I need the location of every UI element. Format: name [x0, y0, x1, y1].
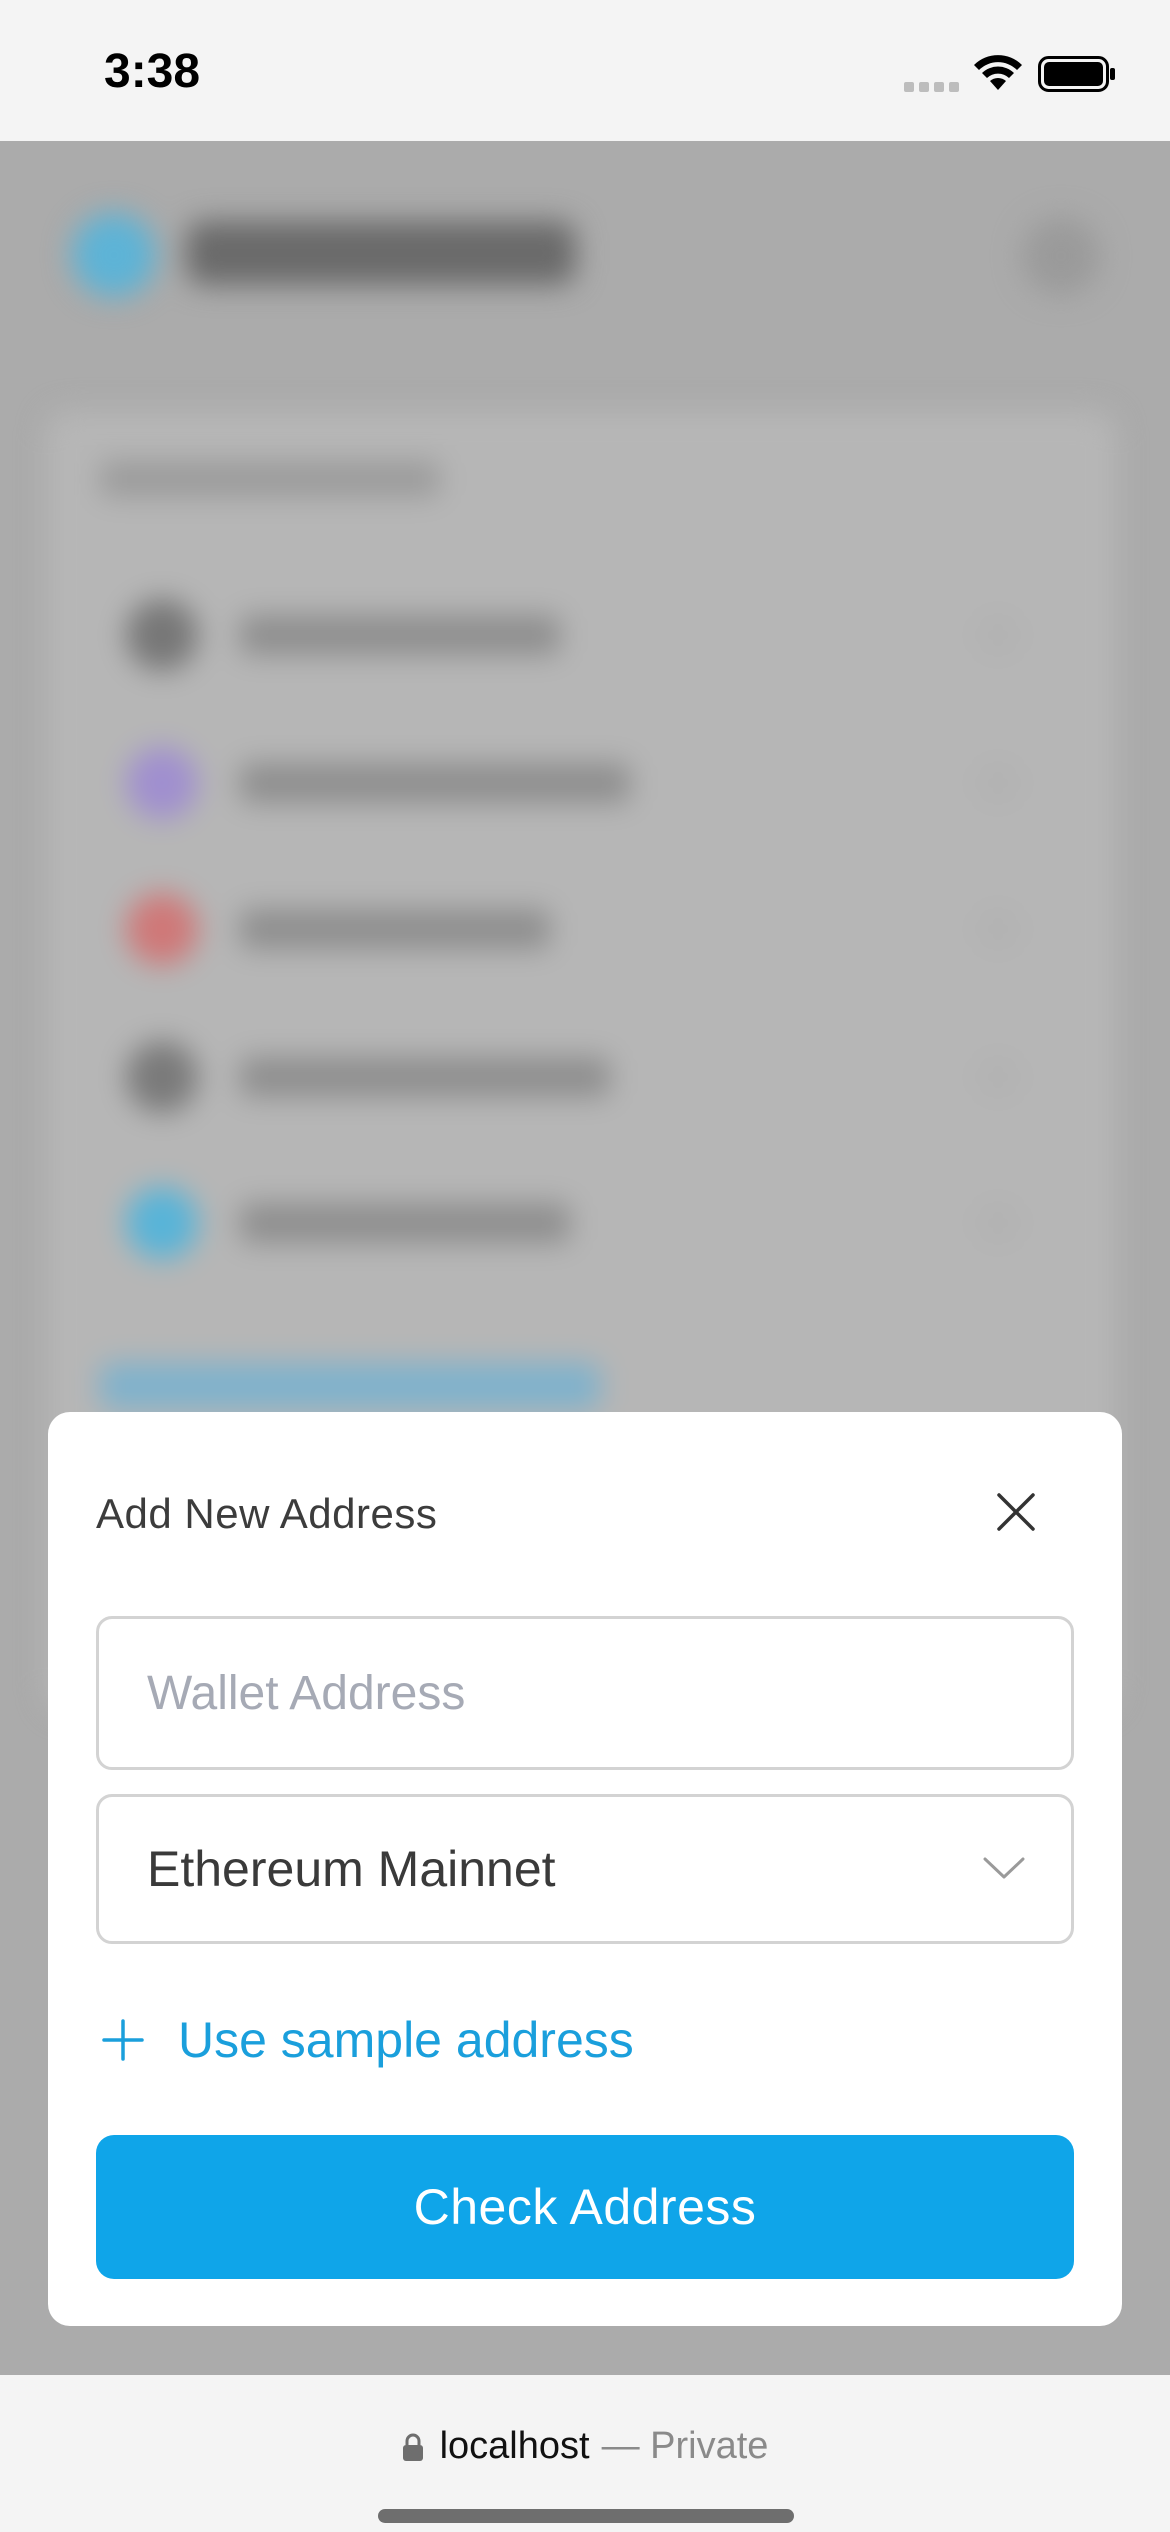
wallet-address-input[interactable] — [96, 1616, 1074, 1770]
app-logo-text — [186, 221, 576, 285]
browser-address-bar[interactable]: localhost — Private — [0, 2375, 1170, 2532]
close-icon — [997, 1493, 1035, 1531]
list-item-label — [240, 1203, 570, 1243]
lock-icon — [402, 2433, 423, 2461]
status-bar: 3:38 — [0, 0, 1170, 141]
token-icon — [126, 747, 198, 819]
status-time: 3:38 — [104, 45, 201, 98]
url-host: localhost — [439, 2425, 590, 2467]
add-address-link — [100, 1363, 600, 1409]
menu-icon — [1022, 217, 1100, 295]
modal-title: Add New Address — [96, 1490, 438, 1537]
home-indicator[interactable] — [378, 2509, 794, 2523]
use-sample-address-label: Use sample address — [178, 2012, 634, 2068]
list-item-label — [240, 1057, 610, 1097]
token-icon — [126, 1041, 198, 1113]
checkbox-icon — [976, 907, 1020, 951]
list-item — [100, 577, 1060, 687]
url-display[interactable]: localhost — Private — [0, 2425, 1170, 2468]
checkbox-icon — [976, 1201, 1020, 1245]
check-address-button[interactable]: Check Address — [96, 2135, 1074, 2279]
wifi-icon — [974, 55, 1022, 90]
private-mode-label: — Private — [601, 2425, 769, 2467]
network-select[interactable]: Ethereum Mainnet — [96, 1794, 1074, 1944]
close-button[interactable] — [986, 1482, 1046, 1542]
list-item — [100, 871, 1060, 981]
token-icon — [126, 1187, 198, 1259]
address-list-heading — [100, 461, 440, 497]
cellular-signal-icon — [904, 82, 959, 92]
battery-icon — [1038, 56, 1115, 92]
plus-icon — [102, 2019, 144, 2061]
list-item-label — [240, 763, 630, 803]
checkbox-icon — [976, 613, 1020, 657]
chevron-down-icon — [983, 1857, 1025, 1879]
checkbox-icon — [976, 1055, 1020, 1099]
add-address-modal: Add New Address Ethereum Mainnet Use sam… — [48, 1412, 1122, 2326]
network-select-value: Ethereum Mainnet — [147, 1841, 556, 1897]
list-item — [100, 1165, 1060, 1275]
list-item — [100, 725, 1060, 835]
list-item-label — [240, 615, 560, 655]
token-icon — [126, 893, 198, 965]
app-logo-icon — [72, 213, 156, 297]
use-sample-address-link[interactable]: Use sample address — [100, 2000, 634, 2080]
checkbox-icon — [976, 761, 1020, 805]
list-item — [100, 1019, 1060, 1129]
token-icon — [126, 599, 198, 671]
list-item-label — [240, 909, 550, 949]
